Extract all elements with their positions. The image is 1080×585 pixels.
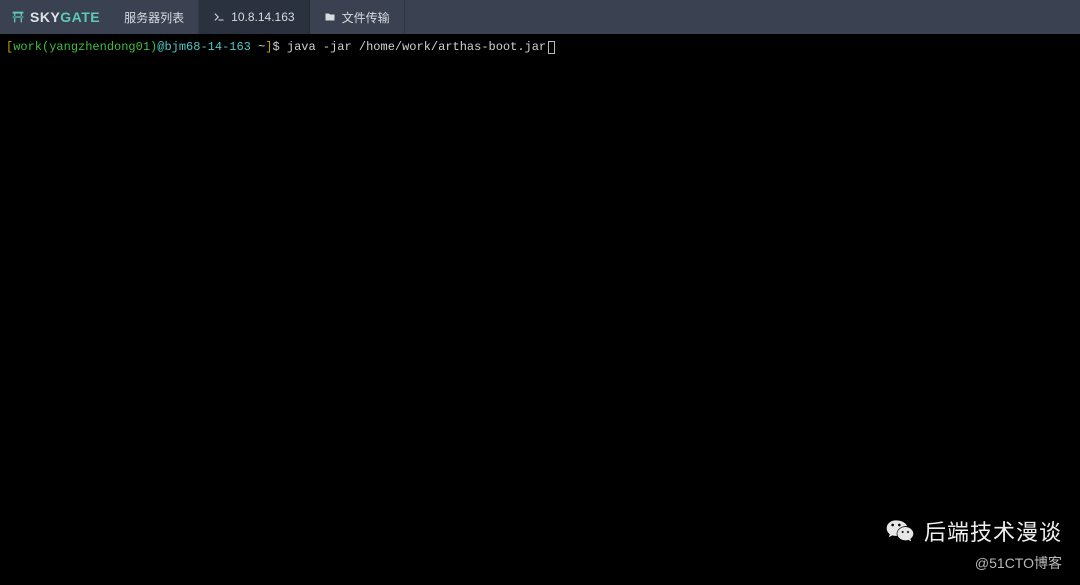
terminal-command: java -jar /home/work/arthas-boot.jar xyxy=(287,40,546,54)
terminal-cursor xyxy=(548,41,555,54)
prompt-symbol: $ xyxy=(272,40,286,54)
logo-text-sky: SKY xyxy=(30,9,60,25)
watermark-title: 后端技术漫谈 xyxy=(924,515,1062,547)
logo-icon xyxy=(10,9,26,25)
titlebar: SKYGATE 服务器列表 10.8.14.163 文件传输 xyxy=(0,0,1080,34)
prompt-cwd: ~ xyxy=(251,40,265,54)
tab-label: 服务器列表 xyxy=(124,9,184,26)
watermark-row: 后端技术漫谈 xyxy=(884,515,1062,547)
app-logo: SKYGATE xyxy=(0,0,110,34)
tab-label: 文件传输 xyxy=(342,9,390,26)
folder-icon xyxy=(324,11,336,23)
terminal-area[interactable]: [work(yangzhendong01)@bjm68-14-163 ~]$ j… xyxy=(0,34,1080,585)
watermark: 后端技术漫谈 @51CTO博客 xyxy=(884,515,1062,573)
watermark-subtitle: @51CTO博客 xyxy=(884,553,1062,573)
logo-text: SKYGATE xyxy=(30,9,100,25)
prompt-user-detail: yangzhendong01 xyxy=(49,40,150,54)
logo-text-gate: GATE xyxy=(60,9,100,25)
tab-ssh-session[interactable]: 10.8.14.163 xyxy=(199,0,309,34)
terminal-line: [work(yangzhendong01)@bjm68-14-163 ~]$ j… xyxy=(6,39,1074,55)
terminal-icon xyxy=(213,11,225,23)
tab-file-transfer[interactable]: 文件传输 xyxy=(310,0,405,34)
prompt-host: bjm68-14-163 xyxy=(164,40,250,54)
wechat-icon xyxy=(884,515,916,547)
tab-server-list[interactable]: 服务器列表 xyxy=(110,0,199,34)
tab-label: 10.8.14.163 xyxy=(231,10,294,24)
prompt-user: work xyxy=(13,40,42,54)
